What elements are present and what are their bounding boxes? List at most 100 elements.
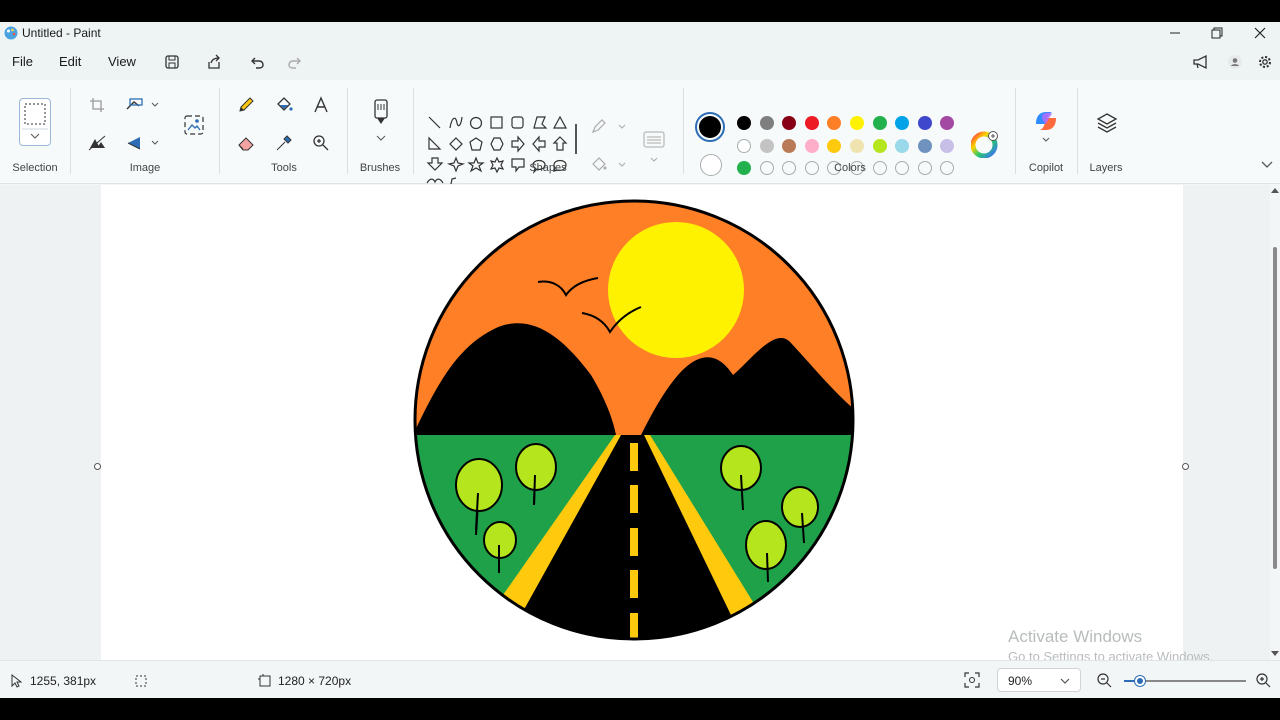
menu-edit[interactable]: Edit <box>59 54 81 69</box>
color-swatch[interactable] <box>827 138 842 153</box>
color-swatch[interactable] <box>782 138 797 153</box>
color-swatch[interactable] <box>759 138 774 153</box>
menu-view[interactable]: View <box>108 54 136 69</box>
magnifier-tool[interactable] <box>310 132 332 154</box>
drawing-canvas[interactable] <box>101 185 1183 660</box>
custom-color-slot[interactable] <box>804 161 819 175</box>
text-icon <box>314 96 328 113</box>
text-tool[interactable] <box>310 94 332 116</box>
heart-shape-icon[interactable] <box>426 178 444 184</box>
custom-color-slot[interactable] <box>895 161 910 175</box>
restore-button[interactable] <box>1195 22 1239 44</box>
left-arrow-shape-icon[interactable] <box>532 135 546 153</box>
background-removal-button[interactable] <box>86 132 108 154</box>
color-swatch[interactable] <box>895 116 910 130</box>
color-swatch[interactable] <box>804 116 819 130</box>
rounded-rectangle-shape-icon[interactable] <box>511 116 524 129</box>
zoom-in-button[interactable] <box>1255 672 1273 690</box>
image-creator-button[interactable] <box>181 112 207 138</box>
fit-to-window-button[interactable] <box>963 671 983 689</box>
fill-dropdown[interactable] <box>590 154 630 176</box>
color-swatch[interactable] <box>804 138 819 153</box>
layers-panel-toggle-shapes[interactable] <box>640 126 668 176</box>
color-swatch[interactable] <box>759 116 774 130</box>
secondary-color[interactable] <box>700 154 722 176</box>
color-swatch[interactable] <box>850 138 864 153</box>
close-button[interactable] <box>1238 22 1280 44</box>
color-swatch[interactable] <box>917 138 932 153</box>
custom-color-slot[interactable] <box>940 161 955 175</box>
collapse-ribbon-button[interactable] <box>1258 156 1276 174</box>
right-arrow-shape-icon[interactable] <box>511 135 525 153</box>
hexagon-shape-icon[interactable] <box>490 137 504 151</box>
zoom-level-dropdown[interactable]: 90% <box>997 668 1081 692</box>
polygon-shape-icon[interactable] <box>533 116 548 129</box>
selection-button[interactable] <box>19 98 51 146</box>
color-picker-tool[interactable] <box>273 132 295 154</box>
color-swatch[interactable] <box>737 116 751 130</box>
rectangle-shape-icon[interactable] <box>490 116 503 129</box>
resize-handle-left[interactable] <box>94 463 101 470</box>
primary-color[interactable] <box>695 112 725 142</box>
undo-button[interactable] <box>247 52 267 72</box>
four-point-star-shape-icon[interactable] <box>446 156 466 173</box>
custom-color-slot[interactable] <box>917 161 932 175</box>
resize-icon <box>126 98 159 110</box>
oval-shape-icon[interactable] <box>469 116 483 130</box>
six-point-star-shape-icon[interactable] <box>489 156 505 174</box>
account-button[interactable] <box>1225 52 1245 72</box>
color-swatch[interactable] <box>872 116 887 130</box>
triangle-shape-icon[interactable] <box>552 115 568 129</box>
pentagon-shape-icon[interactable] <box>469 137 483 151</box>
scroll-down-icon[interactable] <box>1271 651 1279 657</box>
outline-dropdown[interactable] <box>590 116 630 138</box>
custom-color-slot[interactable] <box>782 161 797 175</box>
feedback-button[interactable] <box>1191 52 1211 72</box>
up-arrow-shape-icon[interactable] <box>552 136 568 151</box>
curve-shape-icon[interactable] <box>449 116 463 129</box>
crop-button[interactable] <box>86 94 108 116</box>
down-arrow-shape-icon[interactable] <box>426 157 444 171</box>
diamond-shape-icon[interactable] <box>449 137 463 151</box>
minimize-button[interactable] <box>1153 22 1197 44</box>
line-shape-icon[interactable] <box>428 116 441 129</box>
redo-button[interactable] <box>285 52 305 72</box>
share-button[interactable] <box>204 52 224 72</box>
color-swatch[interactable] <box>940 138 955 153</box>
custom-color-slot[interactable] <box>759 161 774 175</box>
save-button[interactable] <box>162 52 182 72</box>
zoom-slider[interactable] <box>1124 675 1246 687</box>
color-swatch[interactable] <box>872 138 887 153</box>
scroll-up-icon[interactable] <box>1271 187 1279 193</box>
color-swatch[interactable] <box>827 116 842 130</box>
resize-handle-right[interactable] <box>1182 463 1189 470</box>
settings-button[interactable] <box>1255 52 1275 72</box>
shapes-scrollbar[interactable] <box>575 124 577 154</box>
eraser-tool[interactable] <box>235 132 257 154</box>
copilot-button[interactable] <box>1030 106 1062 154</box>
five-point-star-shape-icon[interactable] <box>467 156 485 173</box>
color-swatch[interactable] <box>895 138 910 153</box>
group-label-brushes: Brushes <box>359 162 401 174</box>
edit-colors-button[interactable] <box>971 130 999 158</box>
vertical-scrollbar[interactable] <box>1270 185 1280 660</box>
shapes-gallery[interactable] <box>424 114 574 186</box>
color-swatch[interactable] <box>850 116 864 130</box>
color-swatch[interactable] <box>782 116 797 130</box>
brushes-dropdown[interactable] <box>368 98 394 148</box>
color-swatch[interactable] <box>737 161 751 175</box>
color-swatch[interactable] <box>737 138 751 153</box>
resize-dropdown[interactable] <box>124 94 164 116</box>
zoom-out-button[interactable] <box>1096 672 1114 690</box>
color-swatch[interactable] <box>940 116 955 130</box>
layers-button[interactable] <box>1094 110 1120 136</box>
scrollbar-thumb[interactable] <box>1273 247 1277 569</box>
right-triangle-shape-icon[interactable] <box>428 136 442 150</box>
zoom-slider-thumb[interactable] <box>1135 676 1145 686</box>
fill-tool[interactable] <box>273 94 295 116</box>
lightning-shape-icon[interactable] <box>450 177 457 185</box>
menu-file[interactable]: File <box>12 54 33 69</box>
pencil-tool[interactable] <box>235 94 257 116</box>
color-swatch[interactable] <box>917 116 932 130</box>
rotate-dropdown[interactable] <box>124 132 164 154</box>
